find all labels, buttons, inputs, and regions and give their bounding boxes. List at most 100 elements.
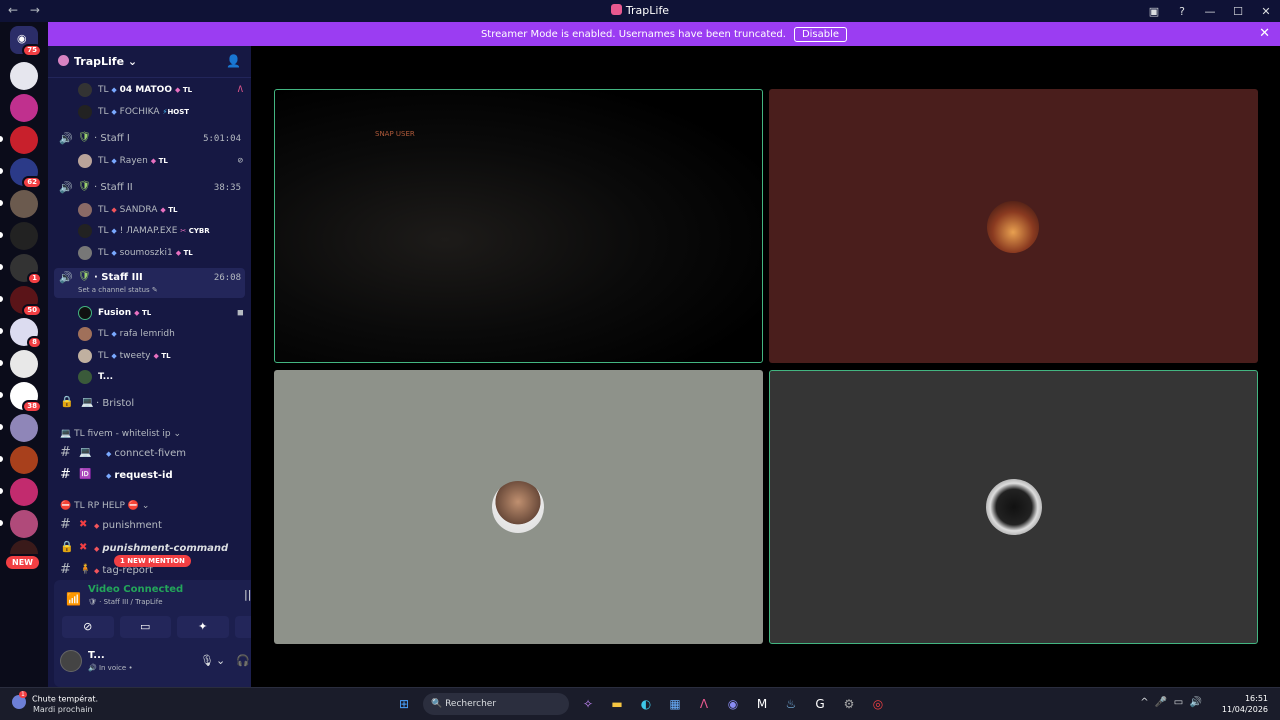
voice-member[interactable]: TL ◆ tweety ◆ TL — [48, 346, 251, 366]
avatar — [78, 246, 92, 260]
category-fivem[interactable]: 💻 TL fivem - whitelist ip ⌄ — [60, 429, 181, 439]
store-icon[interactable]: ▦ — [665, 694, 685, 714]
role-tag: ◆ TL — [174, 86, 193, 94]
shield-icon: 🛡 — [78, 271, 91, 282]
search-box[interactable]: 🔍 Rechercher — [423, 693, 569, 715]
server-header[interactable]: TrapLife ⌄ 👤 — [48, 46, 251, 78]
voice-channel-staff-2[interactable]: 🔊 🛡 · Staff II 38:35 — [48, 178, 251, 198]
text-channel-request[interactable]: # 🆔 ◆ request-id — [48, 465, 251, 487]
server-icon[interactable] — [10, 414, 38, 442]
member-name: tweety — [119, 351, 151, 361]
voice-member[interactable]: TL ◆ SANDRA ◆ TL — [48, 200, 251, 220]
speaker-icon: 🔊 — [59, 132, 73, 145]
voice-member[interactable]: Fusion ◆ TL ■ — [48, 303, 251, 323]
voice-member[interactable]: TL ◆ rafa lemridh — [48, 324, 251, 344]
headphones-icon[interactable]: 🎧 — [236, 654, 250, 667]
video-tile-1[interactable]: SNAP USER — [274, 89, 763, 363]
laptop-icon: 💻 — [81, 397, 94, 408]
voice-channel-bristol[interactable]: 🔒 💻 · Bristol — [48, 393, 251, 415]
new-unreads-pill[interactable]: NEW — [6, 556, 39, 569]
member-prefix: TL — [98, 85, 109, 95]
server-icon[interactable] — [10, 540, 38, 554]
voice-channel-path[interactable]: 🛡 · Staff III / TrapLife — [88, 598, 163, 606]
voice-member[interactable]: TL ◆ soumoszki1 ◆ TL — [48, 243, 251, 263]
maximize-button[interactable]: ☐ — [1224, 5, 1252, 18]
invite-people-icon[interactable]: 👤 — [226, 54, 241, 68]
unread-pip — [0, 296, 3, 302]
voice-member[interactable]: T... — [48, 367, 251, 387]
voice-member[interactable]: TL ◆ Rayen ◆ TL ⊘ — [48, 151, 251, 171]
voice-channel-staff-3[interactable]: 🔊 🛡 · Staff III 26:08 Set a channel stat… — [54, 268, 245, 298]
unread-pip — [0, 200, 3, 206]
server-icon[interactable] — [10, 222, 38, 250]
category-rp-help[interactable]: ⛔ TL RP HELP ⛔ ⌄ — [60, 501, 149, 511]
text-channel-punishment[interactable]: # ✖ ◆ punishment — [48, 515, 251, 537]
unread-pip — [0, 328, 3, 334]
server-icon[interactable] — [10, 446, 38, 474]
server-badge: 8 — [27, 336, 42, 349]
disable-button[interactable]: Disable — [793, 26, 848, 42]
video-tile-3[interactable] — [274, 370, 763, 644]
edge-icon[interactable]: ◐ — [636, 694, 656, 714]
role-tag: ◆ TL — [150, 157, 168, 165]
unread-pip — [0, 136, 3, 142]
server-icon[interactable] — [10, 190, 38, 218]
avatar — [78, 203, 92, 217]
steam-icon[interactable]: ♨ — [781, 694, 801, 714]
unread-pip — [0, 232, 3, 238]
server-icon[interactable] — [10, 350, 38, 378]
new-mention-pill[interactable]: 1 NEW MENTION — [114, 555, 191, 567]
activities-button[interactable]: ✦ — [177, 616, 229, 638]
home-button[interactable]: ◉ 75 — [10, 26, 42, 57]
server-icon[interactable]: 62 — [10, 158, 42, 189]
voice-member[interactable]: TL ◆ ! ЛAMAP.EXE ✂ CYBR — [48, 221, 251, 241]
server-icon[interactable] — [10, 126, 38, 154]
unread-pip — [0, 488, 3, 494]
video-tile-4[interactable] — [769, 370, 1258, 644]
discord-icon[interactable]: ◉ — [723, 694, 743, 714]
server-icon[interactable] — [10, 62, 38, 90]
server-icon[interactable]: 8 — [10, 318, 42, 349]
close-button[interactable]: ✕ — [1252, 5, 1280, 18]
text-channel-connect[interactable]: # 💻 ◆ conncet-fivem — [48, 443, 251, 465]
avatar — [492, 481, 544, 533]
help-icon[interactable]: ? — [1168, 5, 1196, 18]
server-icon[interactable] — [10, 478, 38, 506]
voice-channel-staff-1[interactable]: 🔊 🛡 · Staff I 5:01:04 — [48, 129, 251, 149]
voice-member[interactable]: TL ◆ FOCHIKA ⚡HOST — [48, 102, 251, 122]
camera-off-button[interactable]: ⊘ — [62, 616, 114, 638]
close-banner-icon[interactable]: ✕ — [1259, 26, 1270, 41]
video-tile-2[interactable] — [769, 89, 1258, 363]
signal-icon[interactable]: 📶 — [66, 592, 81, 606]
voice-status: Video Connected — [88, 584, 184, 595]
copilot-icon[interactable]: ✧ — [578, 694, 598, 714]
minimize-button[interactable]: — — [1196, 5, 1224, 18]
server-icon[interactable]: 38 — [10, 382, 42, 413]
lock-icon: 🔒 — [60, 540, 74, 553]
epic-icon[interactable]: M — [752, 694, 772, 714]
game-launcher-icon[interactable]: G — [810, 694, 830, 714]
server-icon[interactable]: 50 — [10, 286, 42, 317]
voice-member[interactable]: TL ◆ 04 MATOO ◆ TL Λ — [48, 80, 251, 100]
server-icon[interactable] — [10, 510, 38, 538]
server-icon[interactable]: 1 — [10, 254, 42, 285]
screen-share-button[interactable]: ▭ — [119, 616, 171, 638]
recording-app-icon[interactable]: ◎ — [868, 694, 888, 714]
discord-icon: ◉ — [17, 32, 27, 45]
server-name[interactable]: TrapLife ⌄ — [58, 55, 137, 68]
tray-icons[interactable]: ^ 🎤 ▭ 🔊 — [1140, 697, 1202, 708]
weather-widget[interactable]: 1 Chute températ. Mardi prochain — [12, 691, 98, 714]
traplife-app-icon[interactable]: Λ — [694, 694, 714, 714]
hash-icon: # — [60, 445, 71, 460]
clock[interactable]: 16:51 11/04/2026 — [1208, 693, 1268, 715]
chevron-down-icon[interactable]: ⌄ — [216, 654, 225, 667]
channel-status[interactable]: Set a channel status ✎ — [78, 286, 158, 294]
server-icon[interactable] — [10, 94, 38, 122]
avatar[interactable] — [60, 650, 82, 672]
inbox-icon[interactable]: ▣ — [1140, 5, 1168, 18]
file-explorer-icon[interactable]: ▬ — [607, 694, 627, 714]
settings-icon[interactable]: ⚙ — [839, 694, 859, 714]
microphone-icon[interactable]: 🎙 — [200, 654, 214, 667]
home-badge: 75 — [22, 44, 42, 57]
windows-start-icon[interactable]: ⊞ — [394, 694, 414, 714]
